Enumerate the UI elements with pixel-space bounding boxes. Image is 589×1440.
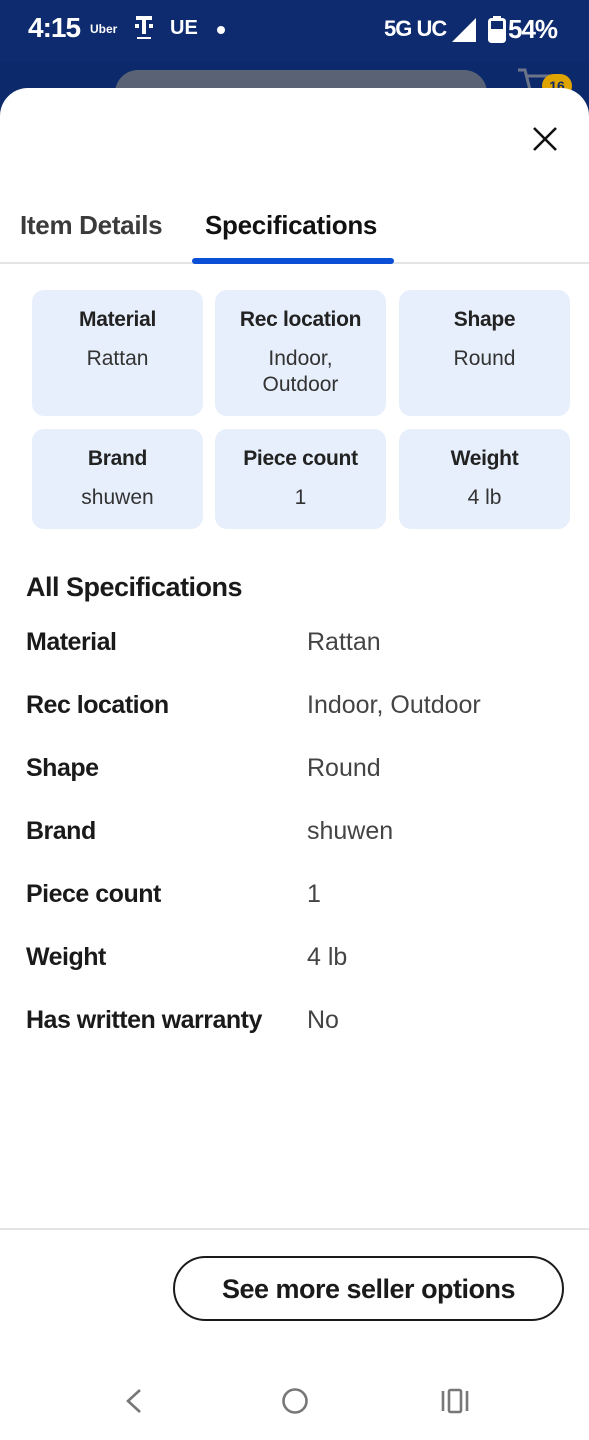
spec-name: Weight <box>26 943 106 971</box>
tile-value: Round <box>453 347 516 370</box>
tile-value: Indoor, Outdoor <box>262 347 339 396</box>
recent-apps-icon[interactable] <box>438 1387 472 1415</box>
spec-name: Brand <box>26 817 96 845</box>
footer-divider <box>0 1228 589 1230</box>
uber-notification-icon: Uber <box>90 22 118 36</box>
spec-value: shuwen <box>307 817 394 845</box>
tab-specifications[interactable]: Specifications <box>205 210 377 241</box>
tab-bar: Item Details Specifications <box>0 198 589 264</box>
see-more-seller-options-button[interactable]: See more seller options <box>173 1256 564 1321</box>
all-specifications-title: All Specifications <box>26 572 243 602</box>
spec-name: Rec location <box>26 691 169 719</box>
spec-value: Rattan <box>307 628 381 656</box>
tile-value: 4 lb <box>467 486 502 509</box>
ue-notification-icon: UE <box>170 17 198 39</box>
notification-dot-icon <box>217 26 225 34</box>
tile-material: Material Rattan <box>32 290 203 416</box>
t-play-icon <box>135 16 153 39</box>
status-time: 4:15 <box>28 12 81 43</box>
spec-name: Material <box>26 628 117 656</box>
tile-brand: Brand shuwen <box>32 429 203 529</box>
spec-row-weight: Weight 4 lb <box>26 943 566 983</box>
spec-value: Indoor, Outdoor <box>307 691 481 719</box>
tile-rec-location: Rec location Indoor, Outdoor <box>215 290 386 416</box>
tile-value: 1 <box>294 486 307 509</box>
spec-row-warranty: Has written warranty No <box>26 1006 566 1046</box>
tile-label: Weight <box>450 447 519 470</box>
spec-row-shape: Shape Round <box>26 754 566 794</box>
close-button[interactable] <box>520 114 570 164</box>
tile-label: Piece count <box>243 447 358 470</box>
tile-label: Material <box>79 308 156 331</box>
tab-item-details[interactable]: Item Details <box>20 210 163 241</box>
spec-row-rec-location: Rec location Indoor, Outdoor <box>26 691 566 731</box>
close-icon <box>533 127 557 151</box>
spec-name: Piece count <box>26 880 161 908</box>
spec-row-piece-count: Piece count 1 <box>26 880 566 920</box>
spec-value: Round <box>307 754 381 782</box>
home-circle-icon[interactable] <box>280 1386 310 1416</box>
back-chevron-icon[interactable] <box>120 1386 148 1416</box>
specifications-sheet: Item Details Specifications Material Rat… <box>0 88 589 1440</box>
tile-label: Rec location <box>239 308 362 331</box>
status-bar: 4:15 Uber UE 5G UC 54% <box>0 0 589 62</box>
battery-percent: 54% <box>508 14 558 44</box>
system-nav-bar <box>0 1358 589 1440</box>
active-tab-indicator <box>192 258 394 264</box>
network-type: 5G UC <box>384 16 447 41</box>
tile-label: Shape <box>453 308 516 331</box>
tile-piece-count: Piece count 1 <box>215 429 386 529</box>
tile-label: Brand <box>87 447 148 470</box>
spec-row-material: Material Rattan <box>26 628 566 668</box>
signal-icon <box>452 18 476 42</box>
spec-row-brand: Brand shuwen <box>26 817 566 857</box>
tile-weight: Weight 4 lb <box>399 429 570 529</box>
spec-value: 1 <box>307 880 321 908</box>
tile-shape: Shape Round <box>399 290 570 416</box>
spec-value: No <box>307 1006 339 1034</box>
battery-icon <box>488 16 506 43</box>
spec-name: Has written warranty <box>26 1006 262 1034</box>
spec-value: 4 lb <box>307 943 348 971</box>
tile-value: shuwen <box>81 486 154 509</box>
spec-name: Shape <box>26 754 99 782</box>
tile-value: Rattan <box>86 347 149 370</box>
